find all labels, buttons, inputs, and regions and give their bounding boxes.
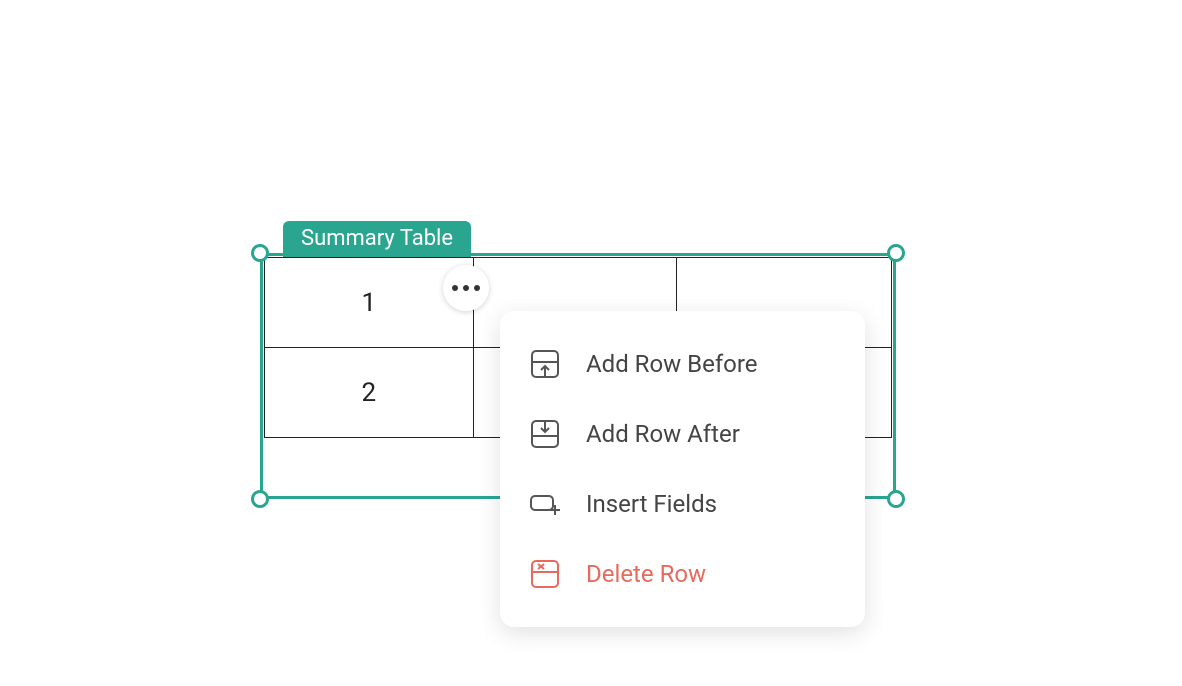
table-cell[interactable]: 2 [265,348,474,438]
add-row-before-icon [528,347,562,381]
resize-handle-bottom-left[interactable] [251,490,269,508]
menu-insert-fields[interactable]: Insert Fields [500,469,865,539]
editor-canvas: Summary Table 1 2 Add Row Bef [0,0,1182,686]
menu-add-row-after[interactable]: Add Row After [500,399,865,469]
menu-item-label: Insert Fields [586,490,717,518]
menu-add-row-before[interactable]: Add Row Before [500,329,865,399]
add-row-after-icon [528,417,562,451]
insert-fields-icon [528,487,562,521]
menu-item-label: Add Row After [586,420,740,448]
ellipsis-icon [474,285,480,291]
row-context-menu: Add Row Before Add Row After Insert Fiel… [500,311,865,627]
resize-handle-top-right[interactable] [887,244,905,262]
row-options-button[interactable] [443,265,489,311]
menu-delete-row[interactable]: Delete Row [500,539,865,609]
table-label-tab[interactable]: Summary Table [283,221,471,257]
ellipsis-icon [463,285,469,291]
resize-handle-bottom-right[interactable] [887,490,905,508]
table-cell[interactable]: 1 [265,258,474,348]
ellipsis-icon [452,285,458,291]
menu-item-label: Delete Row [586,560,706,588]
menu-item-label: Add Row Before [586,350,758,378]
delete-row-icon [528,557,562,591]
resize-handle-top-left[interactable] [251,244,269,262]
